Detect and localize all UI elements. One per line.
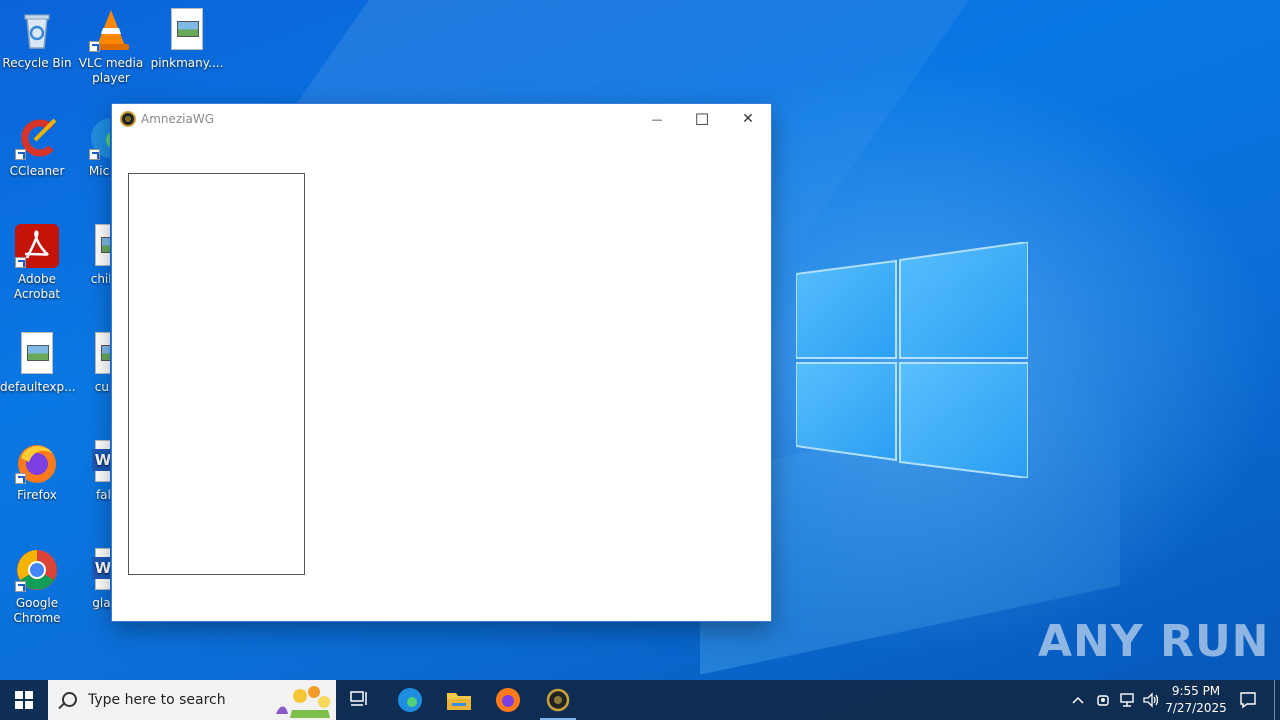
- shortcut-arrow-icon: [15, 581, 26, 592]
- ccleaner-icon: [15, 116, 59, 160]
- notification-icon: [1240, 692, 1256, 709]
- taskbar-file-explorer[interactable]: [435, 680, 483, 720]
- amneziawg-app-icon: [120, 111, 136, 127]
- clock-time: 9:55 PM: [1171, 684, 1221, 698]
- edge-icon: [398, 688, 422, 712]
- image-file-icon: [15, 332, 59, 376]
- amneziawg-window[interactable]: AmneziaWG — ☐ ✕: [112, 104, 771, 621]
- minimize-icon: —: [651, 112, 663, 126]
- task-view-icon: [350, 691, 367, 706]
- maximize-icon: ☐: [694, 109, 710, 129]
- search-icon: [62, 692, 77, 707]
- recycle-bin-icon: [15, 8, 59, 52]
- desktop-icon-google-chrome[interactable]: Google Chrome: [0, 548, 74, 626]
- taskbar-search-box[interactable]: Type here to search: [48, 680, 336, 720]
- minimize-button[interactable]: —: [634, 104, 680, 134]
- desktop-icon-ccleaner[interactable]: CCleaner: [0, 116, 74, 179]
- maximize-button[interactable]: ☐: [679, 104, 725, 134]
- show-desktop-button[interactable]: [1274, 680, 1275, 720]
- search-highlight-flowers-icon: [276, 686, 330, 718]
- tray-device-icon: [1097, 695, 1109, 706]
- close-button[interactable]: ✕: [725, 104, 771, 134]
- tray-volume[interactable]: [1140, 680, 1162, 720]
- windows-logo: [796, 242, 1028, 478]
- tray-network[interactable]: [1116, 680, 1138, 720]
- folder-icon: [447, 693, 471, 710]
- tunnel-list-panel[interactable]: [128, 173, 305, 575]
- close-icon: ✕: [742, 111, 754, 127]
- network-icon: [1120, 693, 1134, 707]
- clock-date: 7/27/2025: [1165, 701, 1227, 715]
- desktop-icon-pinkmany[interactable]: pinkmany....: [150, 8, 224, 71]
- shortcut-arrow-icon: [15, 149, 26, 160]
- shortcut-arrow-icon: [89, 149, 100, 160]
- desktop-icon-defaultexp[interactable]: defaultexp...: [0, 332, 76, 395]
- window-title: AmneziaWG: [141, 112, 215, 126]
- taskbar-edge[interactable]: [386, 680, 434, 720]
- taskbar-clock[interactable]: 9:55 PM 7/27/2025: [1160, 683, 1232, 717]
- shortcut-arrow-icon: [15, 473, 26, 484]
- taskbar-amneziawg[interactable]: [534, 680, 582, 720]
- desktop-icon-recycle-bin[interactable]: Recycle Bin: [0, 8, 74, 71]
- search-placeholder: Type here to search: [88, 692, 226, 708]
- show-hidden-icons-button[interactable]: [1066, 680, 1090, 720]
- amneziawg-icon: [546, 688, 570, 712]
- adobe-acrobat-icon: [15, 224, 59, 268]
- anyrun-watermark: ANY RUN: [1038, 615, 1270, 667]
- firefox-icon: [15, 440, 59, 484]
- shortcut-arrow-icon: [15, 257, 26, 268]
- taskbar: Type here to search 9:55 PM 7/27/2025: [0, 680, 1280, 720]
- action-center-button[interactable]: [1234, 680, 1262, 720]
- desktop-icon-firefox[interactable]: Firefox: [0, 440, 74, 503]
- task-view-button[interactable]: [336, 680, 384, 720]
- start-button[interactable]: [0, 680, 48, 720]
- firefox-icon: [496, 688, 520, 712]
- chrome-icon: [15, 548, 59, 592]
- title-bar[interactable]: AmneziaWG — ☐ ✕: [112, 104, 771, 134]
- image-file-icon: [165, 8, 209, 52]
- desktop-icon-adobe-acrobat[interactable]: Adobe Acrobat: [0, 224, 74, 302]
- windows-start-icon: [15, 691, 33, 709]
- speaker-icon: [1143, 692, 1159, 708]
- taskbar-firefox[interactable]: [484, 680, 532, 720]
- shortcut-arrow-icon: [89, 41, 100, 52]
- desktop-icon-vlc[interactable]: VLC media player: [74, 8, 148, 86]
- vlc-cone-icon: [89, 8, 133, 52]
- tray-meet-now[interactable]: [1092, 680, 1114, 720]
- chevron-up-icon: [1072, 696, 1084, 704]
